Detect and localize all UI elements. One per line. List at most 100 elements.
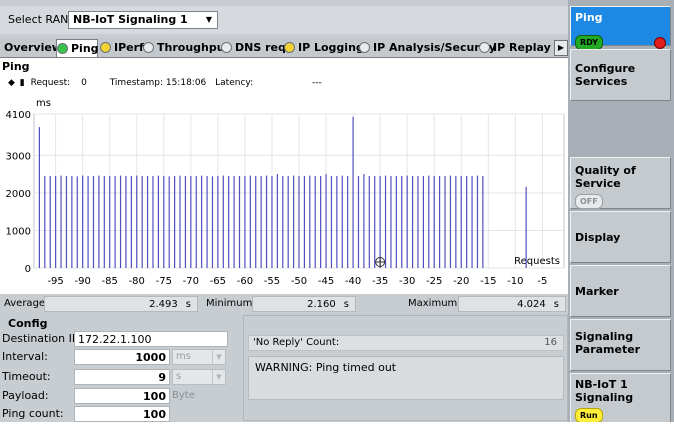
status-dot-icon — [57, 43, 68, 54]
diamond-icon: ◆ — [8, 78, 15, 88]
x-tick-label: -35 — [372, 276, 388, 287]
tab-ip-replay[interactable]: IP Replay — [479, 39, 551, 57]
softkey-label: NB-IoT 1 Signaling — [575, 378, 634, 404]
x-tick-label: -95 — [47, 276, 63, 287]
tab-iperf[interactable]: IPerf — [100, 39, 144, 57]
x-tick-label: -10 — [507, 276, 523, 287]
timeout-unit: s — [176, 371, 182, 382]
x-tick-label: -15 — [480, 276, 496, 287]
config-title: Config — [8, 317, 48, 330]
softkey-marker[interactable]: Marker — [570, 265, 671, 317]
tab-dns[interactable]: DNS req. — [221, 39, 290, 57]
status-dot-icon — [284, 42, 295, 53]
footer-strip — [0, 422, 674, 429]
minimum-label: Minimum: — [206, 298, 256, 309]
softkey-display[interactable]: Display — [570, 211, 671, 263]
average-label: Average: — [4, 298, 49, 309]
dropdown-arrow-icon[interactable]: ▼ — [203, 14, 215, 26]
x-tick-label: -90 — [75, 276, 91, 287]
noreply-count-field: 'No Reply' Count: 16 — [248, 335, 564, 351]
status-dot-icon — [359, 42, 370, 53]
softkey-quality-of-service[interactable]: Quality of Service OFF — [570, 157, 671, 209]
maximum-field: 4.024 s — [458, 296, 566, 312]
payload-row: Payload: 100 Byte — [0, 388, 230, 404]
app-window: Select RAN: NB-IoT Signaling 1 ▼ Overvie… — [0, 0, 674, 429]
latency-value: --- — [311, 78, 322, 88]
x-tick-label: -70 — [183, 276, 199, 287]
x-tick-label: -55 — [264, 276, 280, 287]
result-panel: 'No Reply' Count: 16 WARNING: Ping timed… — [243, 315, 568, 421]
timeout-input[interactable]: 9 — [74, 369, 170, 385]
y-axis-label: ms — [36, 98, 51, 109]
dropdown-arrow-icon: ▼ — [212, 370, 225, 384]
tab-overview[interactable]: Overview — [2, 39, 62, 57]
payload-label: Payload: — [2, 389, 49, 402]
tab-ip-logging[interactable]: IP Logging — [284, 39, 364, 57]
interval-input[interactable]: 1000 — [74, 349, 170, 365]
status-dot-icon — [100, 42, 111, 53]
x-tick-label: -20 — [453, 276, 469, 287]
interval-unit: ms — [176, 351, 191, 362]
minimum-field: 2.160 s — [252, 296, 356, 312]
latency-label: Latency: — [215, 78, 254, 88]
softkey-signaling-parameter[interactable]: Signaling Parameter — [570, 319, 671, 371]
y-tick-label: 0 — [25, 264, 31, 275]
x-tick-label: -80 — [129, 276, 145, 287]
ping-count-label: Ping count: — [2, 407, 64, 420]
ping-panel: Ping ◆ ▮ Request: 0 Timestamp: 15:18:06 … — [0, 58, 568, 294]
softkey-ping[interactable]: Ping RDY — [570, 6, 671, 50]
error-indicator-icon — [654, 37, 666, 49]
x-tick-label: -60 — [237, 276, 253, 287]
softkey-label: Signaling Parameter — [575, 330, 641, 356]
x-tick-label: -25 — [426, 276, 442, 287]
tab-label: DNS req. — [235, 41, 291, 54]
payload-unit: Byte — [172, 390, 195, 401]
maximum-label: Maximum: — [408, 298, 461, 309]
tab-ip-analysis[interactable]: IP Analysis/Security — [359, 39, 496, 57]
tab-throughput[interactable]: Throughput — [143, 39, 230, 57]
tab-label: Overview — [4, 41, 62, 54]
interval-unit-select[interactable]: ms ▼ — [172, 349, 226, 365]
tab-label: Ping — [71, 42, 99, 55]
softkey-nbiot-signaling[interactable]: NB-IoT 1 Signaling Run — [570, 373, 671, 423]
status-dot-icon — [221, 42, 232, 53]
dropdown-arrow-icon: ▼ — [212, 350, 225, 364]
x-tick-label: -30 — [399, 276, 415, 287]
softkey-bar: Ping RDY Configure Services Quality of S… — [568, 0, 674, 429]
timeout-unit-select[interactable]: s ▼ — [172, 369, 226, 385]
softkey-configure-services[interactable]: Configure Services — [570, 49, 671, 101]
x-tick-label: -75 — [156, 276, 172, 287]
tab-label: Throughput — [157, 41, 230, 54]
tab-label: IP Analysis/Security — [373, 41, 496, 54]
ran-selector-bar: Select RAN: NB-IoT Signaling 1 ▼ — [0, 6, 568, 34]
destination-ip-input[interactable]: 172.22.1.100 — [74, 331, 228, 347]
maximum-unit: s — [553, 299, 559, 310]
timeout-label: Timeout: — [2, 370, 51, 383]
average-value: 2.493 — [149, 299, 178, 310]
ready-badge: RDY — [575, 35, 604, 50]
panel-title: Ping — [2, 60, 30, 73]
x-tick-label: -40 — [345, 276, 361, 287]
request-label: Request: — [30, 78, 71, 88]
minimum-value: 2.160 — [307, 299, 336, 310]
minimum-unit: s — [343, 299, 349, 310]
x-tick-label: -45 — [318, 276, 334, 287]
tab-label: IP Replay — [493, 41, 551, 54]
x-tick-label: -85 — [102, 276, 118, 287]
tab-label: IPerf — [114, 41, 144, 54]
x-axis-label: Requests — [514, 256, 560, 267]
softkey-label: Marker — [575, 285, 619, 298]
tab-scroll-right-icon[interactable]: ▶ — [554, 40, 568, 56]
status-dot-icon — [479, 42, 490, 53]
y-tick-label: 4100 — [6, 110, 31, 121]
ran-select[interactable]: NB-IoT Signaling 1 ▼ — [68, 11, 218, 29]
ping-count-input[interactable]: 100 — [74, 406, 170, 422]
request-value: 0 — [81, 78, 87, 88]
destination-label: Destination IP: — [2, 332, 83, 345]
ping-latency-chart[interactable]: ms 0 1000 2000 3000 4100 -95 -90 -85 -80 -75 -70 -65… — [0, 94, 568, 294]
interval-row: Interval: 1000 ms ▼ — [0, 349, 230, 365]
softkey-label: Quality of Service — [575, 164, 636, 190]
average-field: 2.493 s — [44, 296, 198, 312]
payload-input[interactable]: 100 — [74, 388, 170, 404]
tab-ping[interactable]: Ping — [56, 39, 99, 57]
